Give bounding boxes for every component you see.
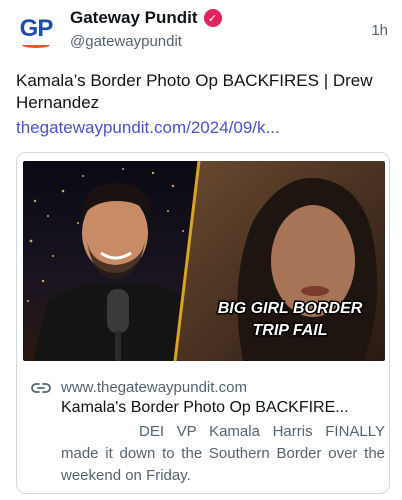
preview-thumbnail[interactable]: BIG GIRL BORDER TRIP FAIL	[23, 161, 385, 361]
post-text: Kamala’s Border Photo Op BACKFIRES | Dre…	[16, 71, 373, 112]
display-name[interactable]: Gateway Pundit ✓	[70, 8, 222, 28]
microphone-stand	[115, 331, 121, 361]
verified-badge-icon: ✓	[203, 9, 222, 27]
post-link[interactable]: thegatewaypundit.com/2024/09/k...	[16, 118, 280, 138]
card-description: DEI VP Kamala Harris FINALLY made it dow…	[61, 423, 385, 484]
avatar-swoosh	[22, 42, 50, 48]
display-name-text: Gateway Pundit	[70, 8, 198, 27]
timestamp[interactable]: 1h	[371, 22, 388, 39]
link-icon	[31, 383, 51, 393]
link-preview-card[interactable]: BIG GIRL BORDER TRIP FAIL www.thegateway…	[16, 152, 390, 494]
post[interactable]: GP Gateway Pundit ✓ @gatewaypundit 1h Ka…	[0, 0, 402, 500]
microphone-icon	[107, 289, 129, 333]
overlay-caption-line2: TRIP FAIL	[253, 322, 328, 339]
card-description-wrap: DEI VP Kamala Harris FINALLY made it dow…	[61, 421, 385, 487]
card-title[interactable]: Kamala's Border Photo Op BACKFIRE...	[61, 399, 381, 417]
card-domain: www.thegatewaypundit.com	[61, 379, 247, 396]
avatar[interactable]: GP	[16, 12, 56, 52]
overlay-caption-line1: BIG GIRL BORDER	[218, 300, 363, 317]
handle[interactable]: @gatewaypundit	[70, 33, 182, 50]
avatar-logo: GP	[19, 14, 54, 42]
person2-mouth	[301, 286, 329, 296]
